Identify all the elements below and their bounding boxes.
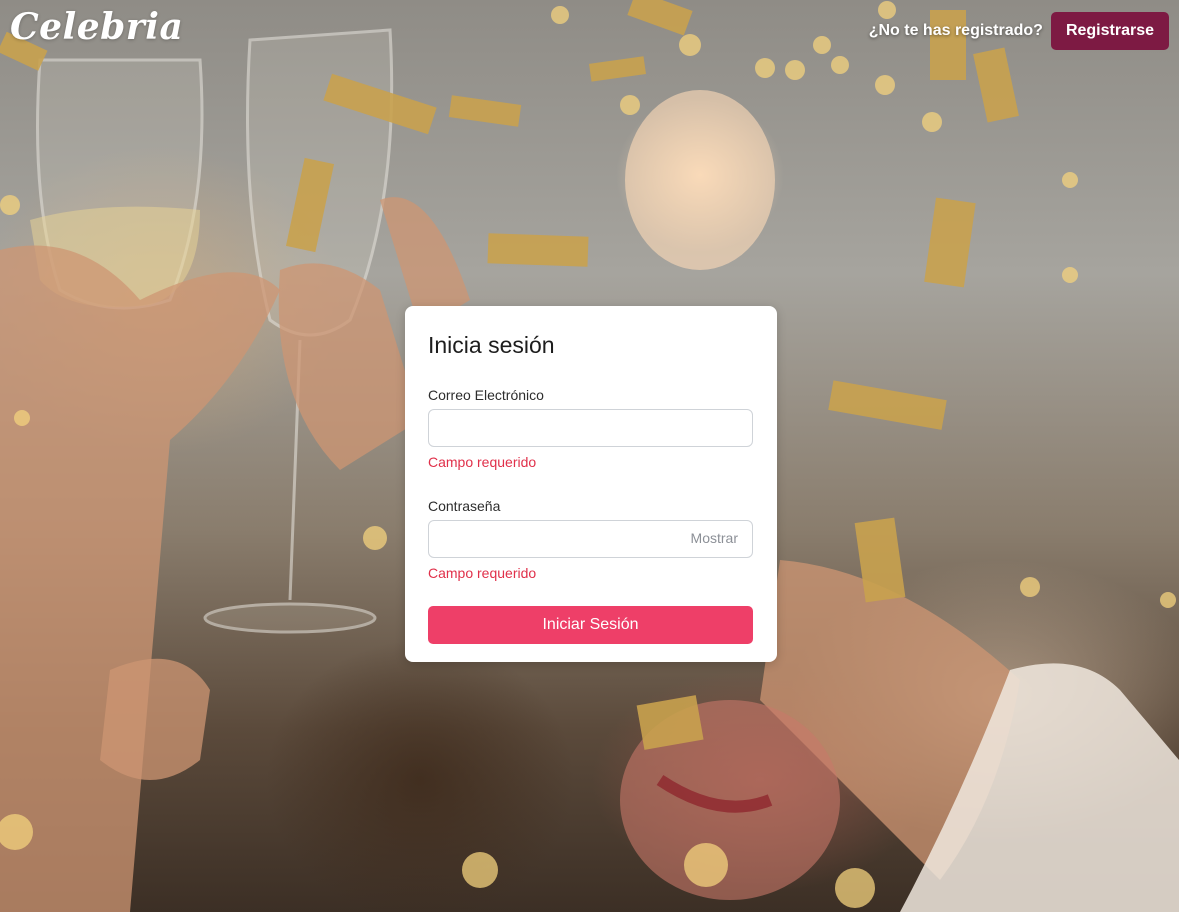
password-input-wrapper: Mostrar xyxy=(428,520,753,558)
register-prompt-text: ¿No te has registrado? xyxy=(868,22,1043,39)
email-input[interactable] xyxy=(429,410,752,446)
login-page: Celebria ¿No te has registrado? Registra… xyxy=(0,0,1179,912)
show-password-toggle[interactable]: Mostrar xyxy=(691,521,738,557)
email-error-message: Campo requerido xyxy=(428,454,537,470)
celebria-logo[interactable]: Celebria xyxy=(10,6,183,48)
email-label: Correo Electrónico xyxy=(428,387,544,403)
top-navigation: ¿No te has registrado? Registrarse xyxy=(869,12,1169,50)
login-submit-button[interactable]: Iniciar Sesión xyxy=(428,606,753,644)
register-button[interactable]: Registrarse xyxy=(1050,12,1169,50)
password-label: Contraseña xyxy=(428,498,501,514)
login-card: Inicia sesión Correo Electrónico Campo r… xyxy=(405,306,777,662)
email-input-wrapper xyxy=(428,409,753,447)
password-error-message: Campo requerido xyxy=(428,565,537,581)
login-title: Inicia sesión xyxy=(428,332,555,358)
